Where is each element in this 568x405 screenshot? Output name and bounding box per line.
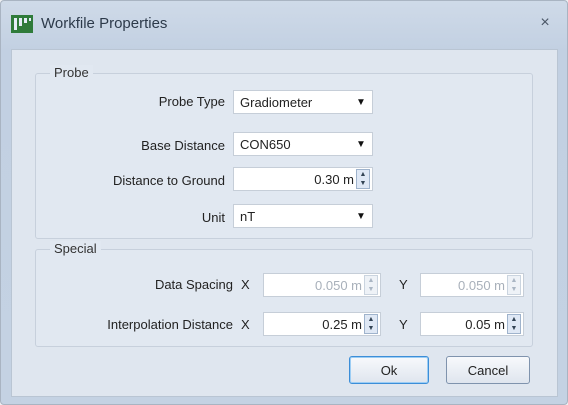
base-distance-label: Base Distance [141,138,225,153]
interpolation-x-label: X [241,317,250,332]
data-spacing-y-label: Y [399,277,408,292]
interpolation-x-input[interactable]: 0.25 m ▲ ▼ [263,312,381,336]
ok-button[interactable]: Ok [349,356,429,384]
base-distance-dropdown[interactable]: CON650 ▼ [233,132,373,156]
base-distance-value: CON650 [240,136,291,152]
interpolation-y-value: 0.05 m [465,316,505,332]
cancel-button[interactable]: Cancel [446,356,530,384]
spin-updown-icon: ▲ ▼ [364,275,378,295]
chevron-down-icon: ▼ [356,96,366,108]
spin-updown-icon[interactable]: ▲ ▼ [364,314,378,334]
distance-to-ground-value: 0.30 m [314,171,354,187]
unit-value: nT [240,208,256,224]
spin-updown-icon[interactable]: ▲ ▼ [507,314,521,334]
unit-dropdown[interactable]: nT ▼ [233,204,373,228]
distance-to-ground-label: Distance to Ground [112,173,225,188]
dialog-window: Workfile Properties × Probe Probe Type G… [0,0,568,405]
special-group-label: Special [50,241,101,256]
data-spacing-label: Data Spacing [154,277,233,292]
probe-type-value: Gradiometer [240,94,313,110]
probe-type-dropdown[interactable]: Gradiometer ▼ [233,90,373,114]
unit-label: Unit [201,210,225,225]
window-title: Workfile Properties [41,15,168,32]
interpolation-distance-label: Interpolation Distance [107,317,233,332]
title-bar[interactable]: Workfile Properties × [1,1,567,47]
data-spacing-x-value: 0.050 m [315,277,362,293]
data-spacing-y-value: 0.050 m [458,277,505,293]
distance-to-ground-input[interactable]: 0.30 m ▲ ▼ [233,167,373,191]
data-spacing-x-label: X [241,277,250,292]
spin-updown-icon[interactable]: ▲ ▼ [356,169,370,189]
chevron-down-icon: ▼ [356,210,366,222]
probe-group-label: Probe [50,65,93,80]
data-spacing-y-input: 0.050 m ▲ ▼ [420,273,524,297]
data-spacing-x-input: 0.050 m ▲ ▼ [263,273,381,297]
interpolation-y-input[interactable]: 0.05 m ▲ ▼ [420,312,524,336]
app-logo-icon [11,15,33,33]
interpolation-y-label: Y [399,317,408,332]
interpolation-x-value: 0.25 m [322,316,362,332]
probe-type-label: Probe Type [158,94,225,109]
spin-updown-icon: ▲ ▼ [507,275,521,295]
close-icon[interactable]: × [537,14,553,31]
chevron-down-icon: ▼ [356,138,366,150]
